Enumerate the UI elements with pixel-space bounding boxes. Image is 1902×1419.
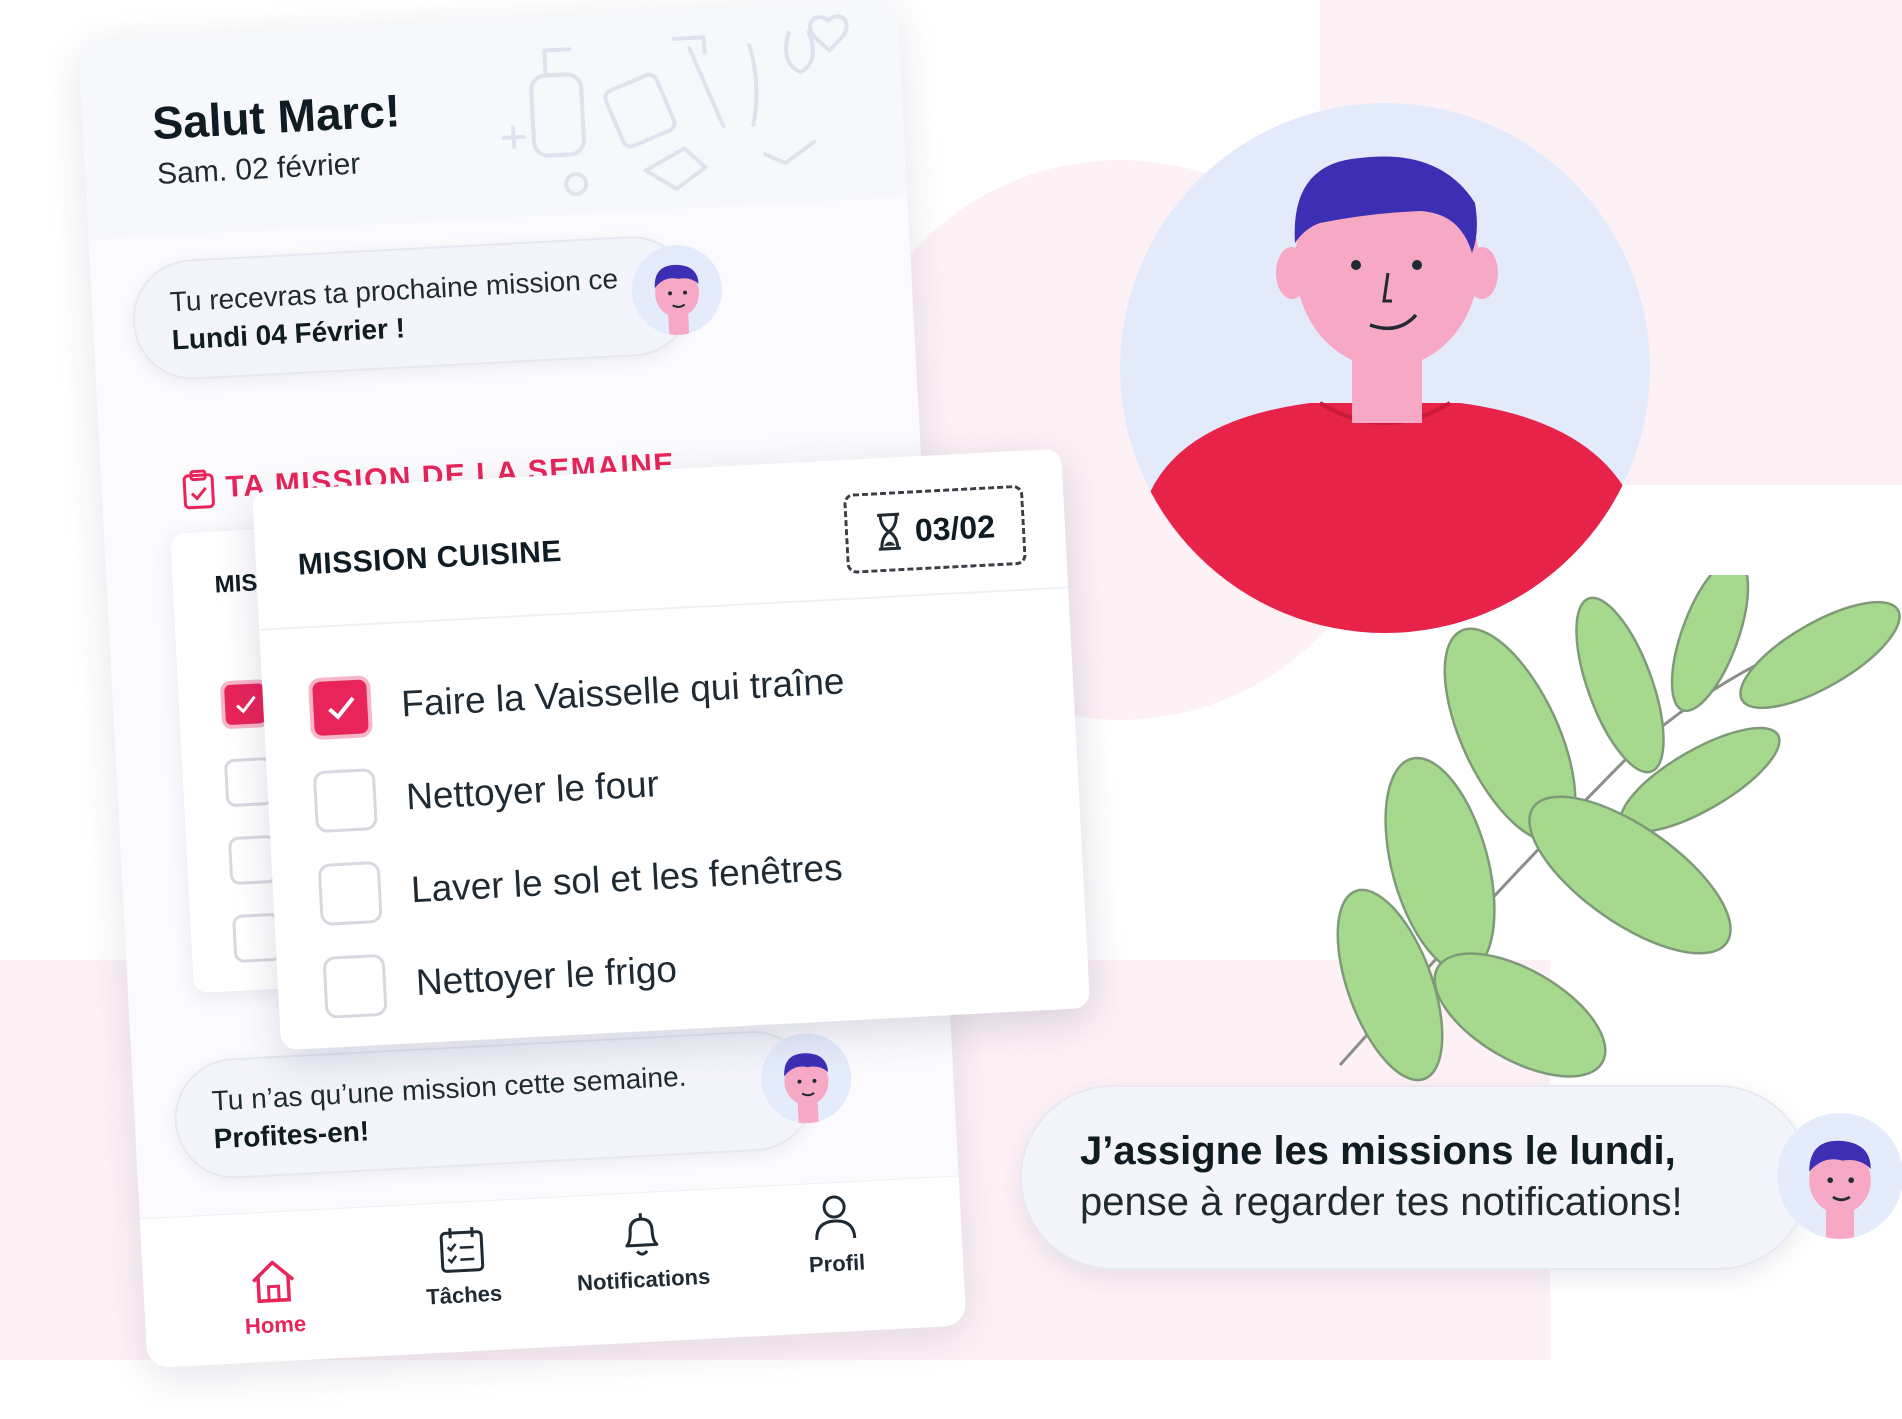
assistant-speech-bubble: J’assigne les missions le lundi, pense à… — [1020, 1085, 1810, 1270]
nav-home[interactable]: Home — [192, 1254, 356, 1342]
phone-header: Salut Marc! Sam. 02 février — [78, 0, 908, 240]
character-portrait-icon — [1140, 156, 1640, 633]
task-label: Laver le sol et les fenêtres — [410, 846, 844, 911]
next-mission-bubble: Tu recevras ta prochaine mission ce Lund… — [129, 233, 696, 383]
nav-home-label: Home — [244, 1310, 307, 1340]
mission-card: MISSION CUISINE 03/02 Faire la Vaisselle… — [252, 448, 1091, 1051]
task-label: Nettoyer le frigo — [414, 948, 678, 1004]
household-doodles-icon — [501, 14, 849, 197]
clipboard-check-icon — [182, 469, 215, 510]
avatar — [1777, 1113, 1902, 1239]
task-item[interactable]: Nettoyer le frigo — [322, 938, 678, 1019]
task-checkbox[interactable] — [317, 860, 383, 926]
divider — [259, 586, 1069, 631]
user-icon — [815, 1195, 857, 1241]
current-date: Sam. 02 février — [156, 147, 362, 192]
bell-icon — [625, 1213, 659, 1256]
hourglass-icon — [877, 512, 901, 551]
character-face-icon — [1809, 1140, 1871, 1239]
deadline-badge: 03/02 — [842, 484, 1027, 574]
task-label: Faire la Vaisselle qui traîne — [400, 660, 846, 725]
deadline-date: 03/02 — [913, 507, 996, 548]
task-checkbox-checked[interactable] — [307, 675, 374, 741]
character-illustration — [1120, 103, 1650, 633]
task-item[interactable]: Laver le sol et les fenêtres — [317, 837, 844, 926]
nav-notifications[interactable]: Notifications — [560, 1205, 724, 1297]
checkmark-icon — [328, 696, 355, 720]
task-checkbox[interactable] — [312, 767, 378, 834]
speech-line: pense à regarder tes notifications! — [1080, 1180, 1683, 1224]
nav-notifications-label: Notifications — [576, 1263, 711, 1296]
nav-profile[interactable]: Profil — [753, 1189, 917, 1281]
task-item[interactable]: Faire la Vaisselle qui traîne — [307, 650, 846, 741]
speech-line-bold: J’assigne les missions le lundi, — [1080, 1129, 1676, 1173]
nav-profile-label: Profil — [808, 1249, 866, 1278]
mission-title: MISSION CUISINE — [297, 534, 563, 582]
greeting-title: Salut Marc! — [151, 84, 402, 150]
nav-tasks-label: Tâches — [425, 1280, 503, 1310]
plant-branch-icon — [1336, 575, 1901, 1082]
calendar-check-icon — [439, 1226, 485, 1273]
home-icon — [251, 1260, 295, 1304]
task-label: Nettoyer le four — [405, 763, 660, 818]
task-item[interactable]: Nettoyer le four — [312, 753, 661, 834]
task-checkbox[interactable] — [322, 953, 388, 1019]
single-mission-bubble: Tu n’as qu’une mission cette semaine. Pr… — [171, 1028, 817, 1182]
nav-tasks[interactable]: Tâches — [381, 1220, 545, 1312]
